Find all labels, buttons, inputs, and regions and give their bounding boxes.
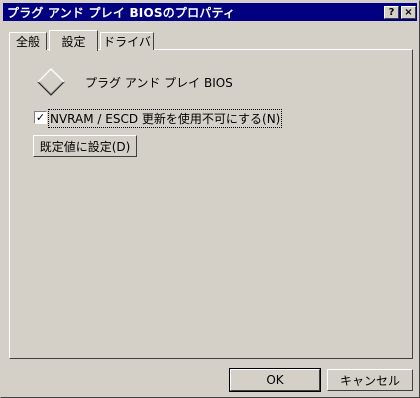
cancel-button[interactable]: キャンセル — [327, 369, 413, 391]
tab-settings[interactable]: 設定 — [49, 30, 98, 51]
properties-dialog: プラグ アンド プレイ BIOSのプロパティ ? × 全般 設定 ドライバ プラ… — [0, 0, 420, 398]
diamond-device-icon — [37, 68, 65, 96]
settings-panel — [9, 49, 413, 359]
tab-driver[interactable]: ドライバ — [100, 32, 154, 50]
close-button[interactable]: × — [401, 6, 416, 19]
ok-button[interactable]: OK — [229, 368, 321, 392]
tab-general[interactable]: 全般 — [9, 32, 47, 50]
set-default-button[interactable]: 既定値に設定(D) — [33, 135, 137, 157]
disable-nvram-label[interactable]: NVRAM / ESCD 更新を使用不可にする(N) — [48, 109, 283, 128]
window-title: プラグ アンド プレイ BIOSのプロパティ — [7, 5, 236, 20]
help-button[interactable]: ? — [384, 6, 399, 19]
device-name: プラグ アンド プレイ BIOS — [85, 76, 233, 90]
disable-nvram-checkbox[interactable]: ✓ — [34, 111, 47, 124]
title-bar[interactable]: プラグ アンド プレイ BIOSのプロパティ ? × — [3, 3, 417, 21]
